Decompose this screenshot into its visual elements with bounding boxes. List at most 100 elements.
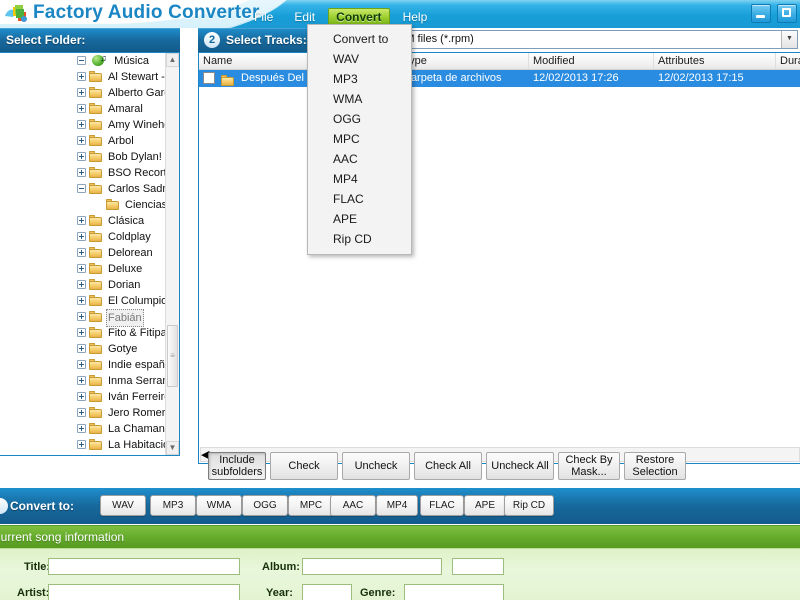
- title-field[interactable]: [48, 558, 240, 575]
- tree-item[interactable]: Gotye: [0, 341, 165, 357]
- format-button-aac[interactable]: AAC: [330, 495, 376, 516]
- format-button-ape[interactable]: APE: [464, 495, 506, 516]
- convert-menu-item-flac[interactable]: FLAC: [308, 189, 411, 209]
- year-field[interactable]: [302, 584, 352, 600]
- album-field[interactable]: [302, 558, 442, 575]
- convert-menu-item-ogg[interactable]: OGG: [308, 109, 411, 129]
- table-row[interactable]: Después Del Incen Carpeta de archivos 12…: [199, 70, 800, 87]
- expand-expander-icon[interactable]: [77, 232, 86, 241]
- expand-expander-icon[interactable]: [77, 296, 86, 305]
- tree-item-root[interactable]: ♫ Música: [0, 53, 165, 69]
- column-header-duration[interactable]: Dura: [776, 53, 800, 69]
- tree-item[interactable]: La Chamana (: [0, 421, 165, 437]
- format-button-mp4[interactable]: MP4: [376, 495, 418, 516]
- tree-item[interactable]: Amy Winehou: [0, 117, 165, 133]
- expand-expander-icon[interactable]: [77, 376, 86, 385]
- expand-expander-icon[interactable]: [77, 120, 86, 129]
- include-subfolders-button[interactable]: Include subfolders: [208, 452, 266, 480]
- format-button-wav[interactable]: WAV: [100, 495, 146, 516]
- expand-expander-icon[interactable]: [77, 424, 86, 433]
- tree-item[interactable]: Al Stewart - Y: [0, 69, 165, 85]
- tree-item[interactable]: La Oreja de V: [0, 453, 165, 455]
- tree-item[interactable]: Inma Serrano: [0, 373, 165, 389]
- check-by-mask-button[interactable]: Check By Mask...: [558, 452, 620, 480]
- tree-item[interactable]: Dorian: [0, 277, 165, 293]
- tree-item[interactable]: Amaral: [0, 101, 165, 117]
- expand-expander-icon[interactable]: [77, 168, 86, 177]
- convert-menu-item-mpc[interactable]: MPC: [308, 129, 411, 149]
- tree-item[interactable]: Jero Romero: [0, 405, 165, 421]
- expand-expander-icon[interactable]: [77, 344, 86, 353]
- expand-expander-icon[interactable]: [77, 360, 86, 369]
- format-button-rip-cd[interactable]: Rip CD: [504, 495, 554, 516]
- tree-item[interactable]: Delorean: [0, 245, 165, 261]
- minimize-button[interactable]: [750, 4, 771, 23]
- convert-menu-item-mp3[interactable]: MP3: [308, 69, 411, 89]
- expand-expander-icon[interactable]: [77, 104, 86, 113]
- tree-item[interactable]: Coldplay: [0, 229, 165, 245]
- column-header-attributes[interactable]: Attributes: [654, 53, 776, 69]
- tracks-listview[interactable]: Name Type Modified Attributes Dura Despu…: [198, 52, 800, 464]
- scroll-up-arrow-icon[interactable]: ▲: [166, 53, 179, 67]
- expand-expander-icon[interactable]: [77, 216, 86, 225]
- format-button-flac[interactable]: FLAC: [420, 495, 464, 516]
- file-filter-combobox[interactable]: PM files (*.rpm) ▼: [394, 30, 798, 49]
- tree-item[interactable]: Bob Dylan!: [0, 149, 165, 165]
- maximize-button[interactable]: [777, 4, 797, 23]
- tree-item[interactable]: Ciencias C: [0, 197, 165, 213]
- menu-item-file[interactable]: File: [246, 8, 281, 27]
- expand-expander-icon[interactable]: [77, 328, 86, 337]
- expand-expander-icon[interactable]: [77, 408, 86, 417]
- expand-expander-icon[interactable]: [77, 440, 86, 449]
- expand-expander-icon[interactable]: [77, 312, 86, 321]
- tree-item[interactable]: Fabián: [0, 309, 165, 327]
- check-button[interactable]: Check: [270, 452, 338, 480]
- tree-item[interactable]: El Columpio A: [0, 293, 165, 309]
- tree-item[interactable]: La Habitación F: [0, 437, 165, 453]
- expand-expander-icon[interactable]: [77, 264, 86, 273]
- format-button-mpc[interactable]: MPC: [288, 495, 334, 516]
- genre-field[interactable]: [404, 584, 504, 600]
- format-button-wma[interactable]: WMA: [196, 495, 242, 516]
- expand-expander-icon[interactable]: [77, 280, 86, 289]
- collapse-expander-icon[interactable]: [77, 56, 86, 65]
- convert-menu-item-wav[interactable]: WAV: [308, 49, 411, 69]
- uncheck-all-button[interactable]: Uncheck All: [486, 452, 554, 480]
- tree-item[interactable]: Deluxe: [0, 261, 165, 277]
- expand-expander-icon[interactable]: [77, 72, 86, 81]
- artist-field[interactable]: [48, 584, 240, 600]
- scroll-down-arrow-icon[interactable]: ▼: [166, 441, 179, 455]
- tree-item[interactable]: Fito & Fitipald: [0, 325, 165, 341]
- expand-expander-icon[interactable]: [77, 248, 86, 257]
- format-button-mp3[interactable]: MP3: [150, 495, 196, 516]
- row-checkbox[interactable]: [203, 72, 215, 84]
- convert-menu-item-wma[interactable]: WMA: [308, 89, 411, 109]
- expand-expander-icon[interactable]: [77, 152, 86, 161]
- convert-menu-item-rip-cd[interactable]: Rip CD: [308, 229, 411, 249]
- expand-expander-icon[interactable]: [77, 392, 86, 401]
- tree-item[interactable]: BSO Recortes: [0, 165, 165, 181]
- convert-menu-item-aac[interactable]: AAC: [308, 149, 411, 169]
- check-all-button[interactable]: Check All: [414, 452, 482, 480]
- convert-menu-item-mp4[interactable]: MP4: [308, 169, 411, 189]
- collapse-expander-icon[interactable]: [77, 184, 86, 193]
- tree-item[interactable]: Alberto García: [0, 85, 165, 101]
- uncheck-button[interactable]: Uncheck: [342, 452, 410, 480]
- vscroll-thumb[interactable]: ≡: [167, 325, 178, 387]
- folder-tree[interactable]: ♫ Música Al Stewart - Y Alberto García Ama…: [0, 52, 180, 456]
- tree-item[interactable]: Arbol: [0, 133, 165, 149]
- chevron-down-icon[interactable]: ▼: [781, 31, 797, 48]
- format-button-ogg[interactable]: OGG: [242, 495, 288, 516]
- folder-tree-vscrollbar[interactable]: ▲ ≡ ▼: [165, 53, 179, 455]
- tree-item[interactable]: Iván Ferreiro: [0, 389, 165, 405]
- column-header-modified[interactable]: Modified: [529, 53, 654, 69]
- tree-item[interactable]: Carlos Sadnes: [0, 181, 165, 197]
- convert-menu-item-convert-to[interactable]: Convert to: [308, 29, 411, 49]
- expand-expander-icon[interactable]: [77, 88, 86, 97]
- column-header-type[interactable]: Type: [399, 53, 529, 69]
- tree-item[interactable]: Indie español: [0, 357, 165, 373]
- expand-expander-icon[interactable]: [77, 136, 86, 145]
- convert-menu-item-ape[interactable]: APE: [308, 209, 411, 229]
- tree-item[interactable]: Clásica: [0, 213, 165, 229]
- restore-selection-button[interactable]: Restore Selection: [624, 452, 686, 480]
